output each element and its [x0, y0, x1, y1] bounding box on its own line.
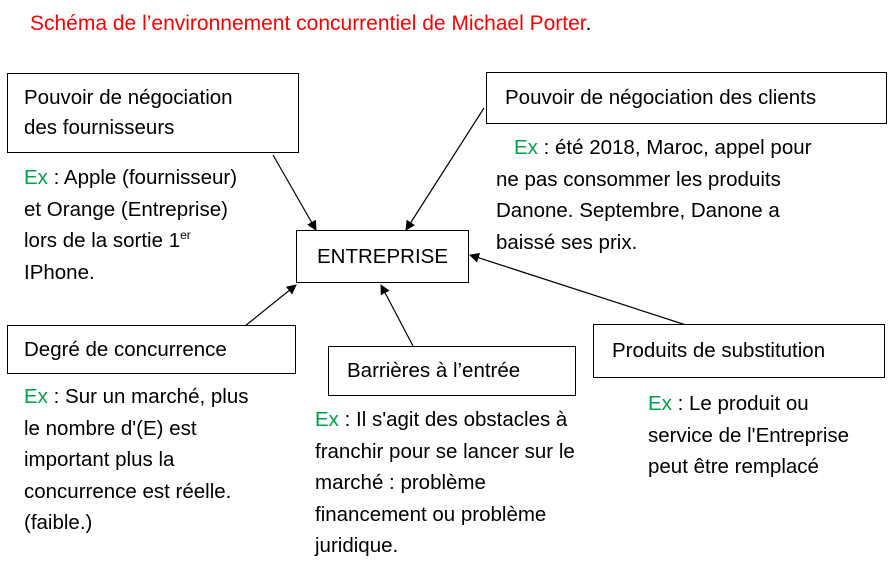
- barriers-note-line5: juridique.: [315, 534, 399, 557]
- barriers-box-label: Barrières à l’entrée: [347, 359, 521, 382]
- clients-note-line4: baissé ses prix.: [496, 230, 638, 254]
- barriers-note: Ex : Il s'agit des obstacles à franchir …: [315, 404, 575, 562]
- competition-note-line2: le nombre d'(E) est: [24, 416, 197, 440]
- suppliers-note-line4: IPhone.: [24, 260, 95, 284]
- clients-box: Pouvoir de négociation des clients: [486, 72, 887, 124]
- clients-note: Ex : été 2018, Maroc, appel pour ne pas …: [496, 132, 811, 258]
- barriers-note-line4: financement ou problème: [315, 502, 547, 526]
- barriers-note-line1: : Il s'agit des obstacles à: [338, 408, 568, 431]
- suppliers-note: Ex : Apple (fournisseur) et Orange (Entr…: [24, 162, 237, 288]
- barriers-ex-label: Ex: [315, 408, 339, 431]
- enterprise-box: ENTREPRISE: [296, 230, 469, 283]
- competition-note-line3: important plus la: [24, 448, 175, 471]
- suppliers-box: Pouvoir de négociation des fournisseurs: [7, 73, 299, 153]
- barriers-note-line3: marché : problème: [315, 471, 486, 494]
- arrow-barriers-to-enterprise: [380, 284, 414, 347]
- suppliers-note-line2: et Orange (Entreprise): [24, 197, 228, 221]
- arrow-clients-to-enterprise: [405, 107, 485, 231]
- arrow-suppliers-to-enterprise: [272, 154, 317, 231]
- suppliers-note-line3: lors de la sortie 1: [24, 229, 181, 252]
- suppliers-box-line2: des fournisseurs: [24, 116, 175, 139]
- suppliers-note-sup: er: [180, 228, 191, 243]
- competition-note-line4: concurrence est réelle.: [24, 479, 232, 503]
- enterprise-label: ENTREPRISE: [317, 245, 448, 268]
- suppliers-box-line1: Pouvoir de négociation: [24, 86, 233, 109]
- substitutes-note-line2: service de l'Entreprise: [648, 423, 850, 447]
- substitutes-note-line3: peut être remplacé: [648, 455, 819, 478]
- substitutes-note: Ex : Le produit ou service de l'Entrepri…: [648, 388, 849, 483]
- clients-ex-label: Ex: [514, 136, 538, 159]
- suppliers-ex-label: Ex: [24, 166, 48, 189]
- clients-note-line2: ne pas consommer les produits: [496, 167, 781, 191]
- competition-note-line5: (faible.): [24, 511, 93, 534]
- competition-box: Degré de concurrence: [7, 325, 296, 374]
- competition-note-line1: : Sur un marché, plus: [47, 385, 249, 408]
- substitutes-box: Produits de substitution: [593, 324, 885, 378]
- competition-box-label: Degré de concurrence: [24, 338, 227, 361]
- arrow-competition-to-enterprise: [244, 284, 297, 327]
- barriers-note-line2: franchir pour se lancer sur le: [315, 439, 575, 463]
- competition-ex-label: Ex: [24, 385, 48, 408]
- clients-box-label: Pouvoir de négociation des clients: [505, 86, 817, 109]
- substitutes-note-line1: : Le produit ou: [671, 392, 809, 415]
- clients-note-line3: Danone. Septembre, Danone a: [496, 199, 780, 222]
- arrow-substitutes-to-enterprise: [469, 253, 687, 326]
- substitutes-ex-label: Ex: [648, 392, 672, 415]
- clients-note-line1: : été 2018, Maroc, appel pour: [537, 136, 812, 159]
- barriers-box: Barrières à l’entrée: [328, 346, 576, 396]
- substitutes-box-label: Produits de substitution: [612, 339, 826, 362]
- competition-note: Ex : Sur un marché, plus le nombre d'(E)…: [24, 381, 248, 539]
- suppliers-note-line1: : Apple (fournisseur): [47, 166, 238, 189]
